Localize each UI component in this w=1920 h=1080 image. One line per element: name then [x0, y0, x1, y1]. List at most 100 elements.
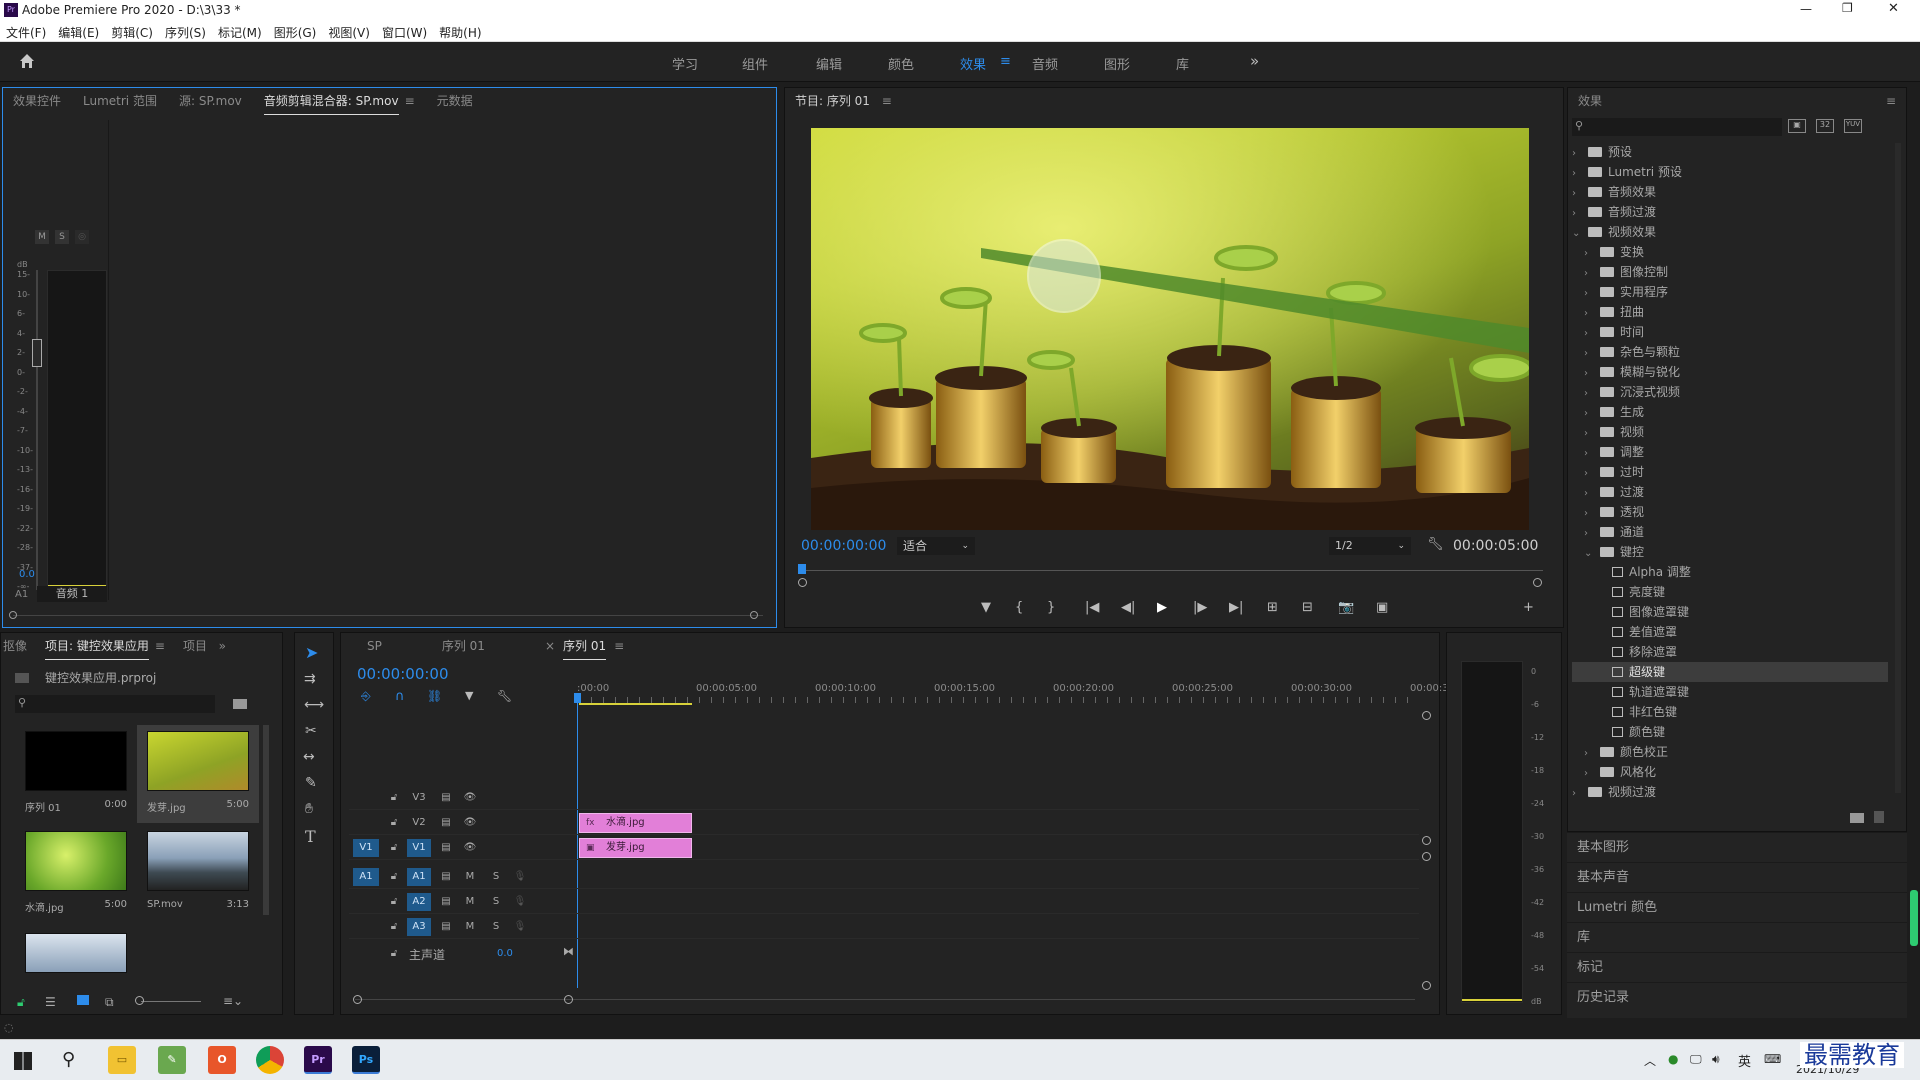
- scroll-left-handle[interactable]: [9, 611, 17, 619]
- menu-item-5[interactable]: 图形(G): [268, 22, 323, 43]
- chevron-right-icon[interactable]: ›: [1572, 784, 1584, 804]
- workspace-tab-0[interactable]: 学习: [672, 54, 698, 73]
- playhead-marker[interactable]: [798, 564, 806, 574]
- chevron-right-icon[interactable]: ›: [1584, 304, 1596, 324]
- comparison-view-button[interactable]: ▣: [1376, 600, 1388, 615]
- timeline-hscroll[interactable]: [355, 999, 1415, 1000]
- effects-tree-item[interactable]: › 音频过渡: [1572, 202, 1888, 222]
- solo-button[interactable]: S: [55, 230, 69, 244]
- effects-tree-item[interactable]: 亮度键: [1572, 582, 1888, 602]
- menu-item-2[interactable]: 剪辑(C): [105, 22, 159, 43]
- microphone-icon[interactable]: 🎙︎: [511, 918, 529, 936]
- effects-tree-item[interactable]: ⌄ 视频效果: [1572, 222, 1888, 242]
- project-item[interactable]: SP.mov 3:13: [137, 825, 259, 923]
- source-panel-tab-3[interactable]: 音频剪辑混合器: SP.mov: [263, 88, 399, 115]
- effects-search-input[interactable]: ⚲: [1572, 118, 1782, 136]
- chevron-right-icon[interactable]: ›: [1584, 764, 1596, 784]
- razor-tool-icon[interactable]: ✂: [305, 723, 317, 739]
- chevron-right-icon[interactable]: ›: [1584, 464, 1596, 484]
- effects-tree-item[interactable]: › 透视: [1572, 502, 1888, 522]
- trash-icon[interactable]: [1874, 811, 1884, 823]
- effects-tree-item[interactable]: 差值遮罩: [1572, 622, 1888, 642]
- hand-tool-icon[interactable]: ✋︎: [305, 801, 313, 817]
- solo-track-button[interactable]: S: [487, 893, 505, 911]
- notes-app-icon[interactable]: ✎: [158, 1046, 186, 1074]
- effects-tree-item[interactable]: 图像遮罩键: [1572, 602, 1888, 622]
- effects-tree-item[interactable]: › 风格化: [1572, 762, 1888, 782]
- pen-tool-icon[interactable]: ✎: [305, 775, 317, 791]
- chevron-right-icon[interactable]: ›: [1584, 384, 1596, 404]
- track-target-V2[interactable]: V2: [407, 814, 431, 832]
- project-tab-1[interactable]: 项目: 键控效果应用: [45, 633, 149, 660]
- sync-lock-icon[interactable]: ▤: [437, 918, 455, 936]
- keyboard-icon[interactable]: ⌨: [1764, 1052, 1781, 1066]
- effects-tree-item[interactable]: › 调整: [1572, 442, 1888, 462]
- panel-menu-icon[interactable]: ≡: [1886, 88, 1896, 114]
- chevron-right-icon[interactable]: ›: [1584, 424, 1596, 444]
- lock-icon[interactable]: 🔓︎: [385, 868, 403, 886]
- side-scrollbar-green[interactable]: [1910, 890, 1918, 946]
- volume-fader-handle[interactable]: [32, 339, 42, 367]
- snap-icon[interactable]: ∩: [395, 689, 405, 704]
- effects-tree-item[interactable]: ⌄ 键控: [1572, 542, 1888, 562]
- master-value[interactable]: 0.0: [497, 948, 513, 959]
- timeline-clip[interactable]: ▣ 发芽.jpg: [579, 838, 692, 858]
- project-item[interactable]: 序列 01 0:00: [15, 725, 137, 823]
- effects-tree-item[interactable]: 颜色键: [1572, 722, 1888, 742]
- chevron-down-icon[interactable]: ⌄: [1584, 544, 1596, 564]
- step-back-button[interactable]: ◀|: [1121, 600, 1135, 615]
- menu-item-3[interactable]: 序列(S): [159, 22, 212, 43]
- chevron-right-icon[interactable]: ›: [1584, 504, 1596, 524]
- selection-tool-icon[interactable]: ➤: [305, 643, 318, 662]
- chevron-right-icon[interactable]: ›: [1584, 404, 1596, 424]
- effects-tree-item[interactable]: › 杂色与颗粒: [1572, 342, 1888, 362]
- effects-tree-item[interactable]: 超级键: [1572, 662, 1888, 682]
- timeline-tab-1[interactable]: 序列 01: [442, 633, 485, 659]
- effects-tree-item[interactable]: 移除遮罩: [1572, 642, 1888, 662]
- zoom-slider-handle[interactable]: [135, 996, 144, 1005]
- lock-icon[interactable]: 🔓︎: [385, 789, 403, 807]
- effects-tree-item[interactable]: › Lumetri 预设: [1572, 162, 1888, 182]
- source-patch-v[interactable]: V1: [353, 839, 379, 857]
- project-search-input[interactable]: ⚲: [15, 695, 215, 713]
- timeline-tab-2[interactable]: 序列 01: [563, 633, 607, 660]
- ripple-edit-tool-icon[interactable]: ⟷: [304, 697, 324, 713]
- menu-item-0[interactable]: 文件(F): [0, 22, 52, 43]
- effects-tree-item[interactable]: › 预设: [1572, 142, 1888, 162]
- menu-item-8[interactable]: 帮助(H): [433, 22, 487, 43]
- microphone-icon[interactable]: 🎙︎: [511, 868, 529, 886]
- maximize-button[interactable]: ❐: [1842, 1, 1853, 15]
- out-point-handle[interactable]: [1533, 578, 1542, 587]
- vscroll-handle-top[interactable]: [1422, 711, 1431, 720]
- volume-value[interactable]: 0.0: [19, 569, 35, 580]
- workspace-tab-2[interactable]: 编辑: [816, 54, 842, 73]
- workspace-more-icon[interactable]: »: [1250, 52, 1259, 70]
- volume-icon[interactable]: 🔊︎: [1712, 1052, 1720, 1067]
- close-button[interactable]: ✕: [1888, 1, 1899, 16]
- vscroll-handle-mid[interactable]: [1422, 836, 1431, 845]
- sort-icon[interactable]: ≡⌄: [223, 994, 243, 1008]
- track-target-A2[interactable]: A2: [407, 893, 431, 911]
- 32bit-effects-icon[interactable]: 32: [1816, 119, 1834, 133]
- panel-more-icon[interactable]: »: [219, 633, 226, 659]
- effects-tree-item[interactable]: › 沉浸式视频: [1572, 382, 1888, 402]
- project-scrollbar[interactable]: [263, 725, 269, 915]
- office-icon[interactable]: O: [208, 1046, 236, 1074]
- effects-tree-item[interactable]: › 音频效果: [1572, 182, 1888, 202]
- yuv-effects-icon[interactable]: YUV: [1844, 119, 1862, 133]
- vscroll-handle-mid2[interactable]: [1422, 852, 1431, 861]
- source-panel-tab-1[interactable]: Lumetri 范围: [83, 88, 157, 114]
- mixer-scrollbar[interactable]: [13, 615, 763, 616]
- solo-track-button[interactable]: S: [487, 918, 505, 936]
- chrome-icon[interactable]: [256, 1046, 284, 1074]
- mute-track-button[interactable]: M: [461, 868, 479, 886]
- extract-button[interactable]: ⊟: [1302, 600, 1313, 615]
- lock-icon[interactable]: 🔓︎: [17, 995, 25, 1010]
- play-button[interactable]: ▶: [1157, 600, 1167, 615]
- hscroll-left-handle[interactable]: [353, 995, 362, 1004]
- effects-tree-item[interactable]: › 实用程序: [1572, 282, 1888, 302]
- side-panel-5[interactable]: 历史记录: [1567, 982, 1907, 1012]
- lift-button[interactable]: ⊞: [1267, 600, 1278, 615]
- vscroll-handle-bottom[interactable]: [1422, 981, 1431, 990]
- effects-tree-item[interactable]: › 颜色校正: [1572, 742, 1888, 762]
